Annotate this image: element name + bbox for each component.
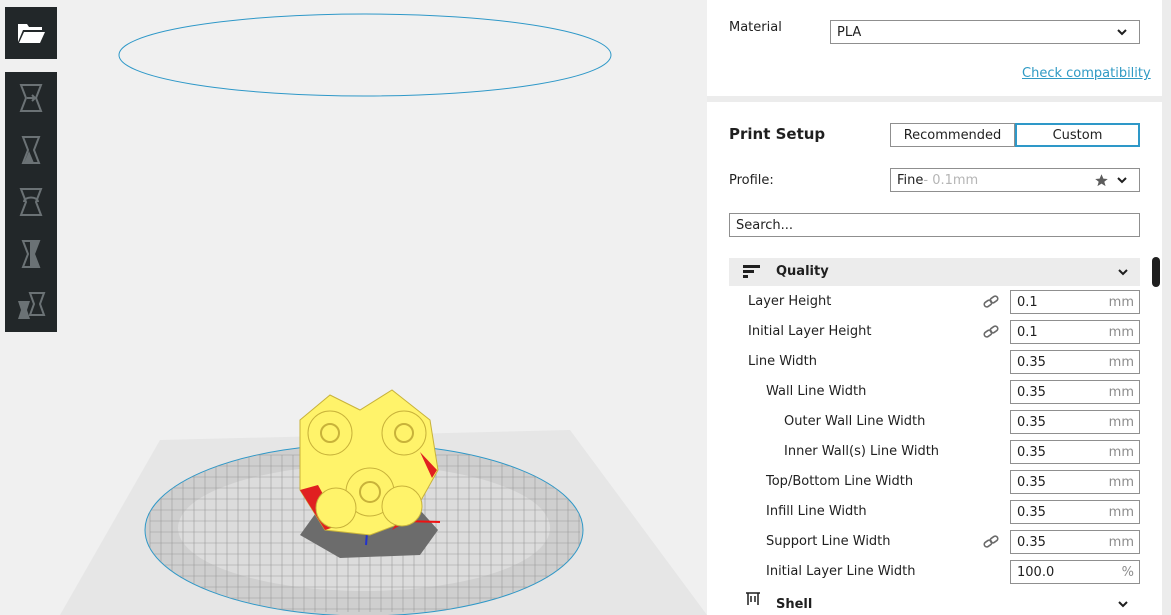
setting-value-input[interactable]: 0.35 mm [1010, 350, 1140, 374]
mirror-tool-button[interactable] [5, 228, 57, 280]
setting-row: Top/Bottom Line Width 0.35 mm [729, 468, 1140, 496]
setting-row: Initial Layer Line Width 100.0% [729, 558, 1140, 586]
setting-value-input[interactable]: 0.1 mm [1010, 290, 1140, 314]
print-setup-card: Print Setup Recommended Custom Profile: … [707, 102, 1162, 615]
setting-unit: mm [1108, 385, 1134, 400]
setting-value: 0.35 [1017, 385, 1046, 400]
material-card: Material PLA Check compatibility [707, 0, 1162, 96]
shell-section-title: Shell [776, 597, 813, 612]
setting-unit: mm [1108, 325, 1134, 340]
print-setup-title: Print Setup [729, 125, 826, 143]
move-icon [19, 84, 43, 112]
setting-row: Initial Layer Height 0.1 mm [729, 318, 1140, 346]
open-file-button[interactable] [5, 7, 57, 59]
setting-value: 0.35 [1017, 355, 1046, 370]
quality-icon [743, 265, 760, 278]
move-tool-button[interactable] [5, 72, 57, 124]
setting-row: Line Width 0.35 mm [729, 348, 1140, 376]
setting-label: Infill Line Width [766, 504, 867, 519]
mirror-icon [21, 240, 41, 268]
material-selected: PLA [837, 24, 862, 40]
open-file-toolbar [5, 7, 57, 59]
setting-value: 0.35 [1017, 475, 1046, 490]
setting-value: 0.1 [1017, 325, 1038, 340]
chain-link-icon[interactable] [983, 295, 999, 309]
model-object [299, 389, 439, 536]
material-label: Material [729, 20, 782, 35]
star-icon[interactable] [1094, 173, 1109, 188]
setting-label: Wall Line Width [766, 384, 867, 399]
setting-unit: mm [1108, 415, 1134, 430]
setting-unit: mm [1108, 445, 1134, 460]
chain-link-icon[interactable] [983, 325, 999, 339]
tool-panel [5, 72, 57, 332]
setting-label: Top/Bottom Line Width [766, 474, 914, 489]
setting-row: Layer Height 0.1 mm [729, 288, 1140, 316]
setting-value: 0.1 [1017, 295, 1038, 310]
material-dropdown[interactable]: PLA [830, 20, 1140, 44]
setting-value-input[interactable]: 0.35 mm [1010, 500, 1140, 524]
setting-unit: mm [1108, 355, 1134, 370]
setting-value-input[interactable]: 0.1 mm [1010, 320, 1140, 344]
profile-label: Profile: [729, 173, 774, 188]
setting-value: 100.0 [1017, 565, 1055, 580]
search-placeholder: Search... [736, 217, 794, 233]
setting-unit: mm [1108, 505, 1134, 520]
scale-icon [21, 136, 41, 164]
setting-value-input[interactable]: 100.0% [1010, 560, 1140, 584]
setting-value: 0.35 [1017, 415, 1046, 430]
per-model-settings-button[interactable] [5, 280, 57, 332]
setting-label: Initial Layer Height [748, 324, 872, 339]
profile-dropdown[interactable]: Fine - 0.1mm [890, 168, 1140, 192]
settings-panel: Material PLA Check compatibility Print S… [707, 0, 1171, 615]
setting-value-input[interactable]: 0.35 mm [1010, 410, 1140, 434]
setting-label: Initial Layer Line Width [766, 564, 916, 579]
setting-value-input[interactable]: 0.35 mm [1010, 380, 1140, 404]
settings-scrollbar[interactable] [1152, 257, 1160, 287]
setting-label: Support Line Width [766, 534, 891, 549]
chevron-down-icon [1117, 29, 1127, 36]
per-model-settings-icon [18, 292, 46, 319]
setting-row: Infill Line Width 0.35 mm [729, 498, 1140, 526]
build-volume-outline [118, 13, 612, 97]
shell-icon [746, 592, 760, 605]
check-compatibility-link[interactable]: Check compatibility [1022, 66, 1151, 81]
build-scene [60, 13, 707, 615]
setting-value: 0.35 [1017, 505, 1046, 520]
setting-value-input[interactable]: 0.35 mm [1010, 530, 1140, 554]
setting-value-input[interactable]: 0.35 mm [1010, 440, 1140, 464]
chevron-down-icon [1118, 601, 1128, 608]
profile-name: Fine [897, 172, 924, 188]
recommended-mode-button[interactable]: Recommended [890, 123, 1015, 147]
custom-mode-button[interactable]: Custom [1015, 123, 1140, 147]
chain-link-icon[interactable] [983, 535, 999, 549]
setting-row: Outer Wall Line Width 0.35 mm [729, 408, 1140, 436]
setting-unit: mm [1108, 535, 1134, 550]
chevron-down-icon [1117, 177, 1127, 184]
setting-row: Support Line Width 0.35 mm [729, 528, 1140, 556]
setting-value: 0.35 [1017, 445, 1046, 460]
quality-section-title: Quality [776, 264, 829, 279]
quality-section-header[interactable]: Quality [729, 258, 1140, 286]
shell-section-header[interactable]: Shell [729, 588, 1140, 615]
setting-label: Layer Height [748, 294, 832, 309]
setting-row: Inner Wall(s) Line Width 0.35 mm [729, 438, 1140, 466]
rotate-icon [19, 188, 43, 216]
settings-search-input[interactable]: Search... [729, 213, 1140, 237]
folder-open-icon [18, 24, 45, 43]
chevron-down-icon [1118, 269, 1128, 276]
setting-row: Wall Line Width 0.35 mm [729, 378, 1140, 406]
setting-label: Outer Wall Line Width [784, 414, 926, 429]
setting-label: Line Width [748, 354, 817, 369]
setting-unit: mm [1108, 295, 1134, 310]
profile-detail: - 0.1mm [923, 172, 979, 188]
rotate-tool-button[interactable] [5, 176, 57, 228]
viewport-3d[interactable] [0, 0, 707, 615]
setting-unit: mm [1108, 475, 1134, 490]
setting-label: Inner Wall(s) Line Width [784, 444, 940, 459]
scale-tool-button[interactable] [5, 124, 57, 176]
setting-value-input[interactable]: 0.35 mm [1010, 470, 1140, 494]
setting-value: 0.35 [1017, 535, 1046, 550]
setting-unit: % [1121, 565, 1134, 580]
